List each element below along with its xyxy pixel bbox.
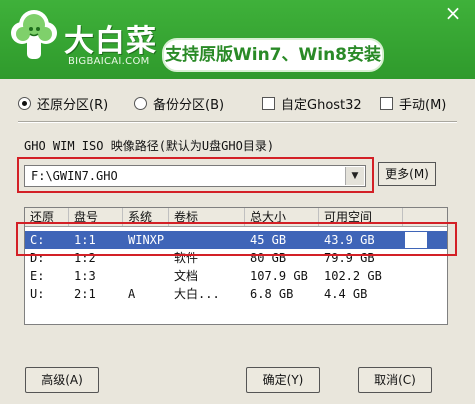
custom-ghost-option[interactable]: 自定Ghost32 bbox=[262, 94, 362, 113]
cell-system bbox=[123, 267, 128, 285]
brand-url: BIGBAICAI.COM bbox=[68, 56, 150, 67]
divider bbox=[18, 121, 457, 123]
cell-system: A bbox=[128, 287, 136, 301]
cell-volume: 文档 bbox=[174, 269, 199, 283]
table-row[interactable]: E: 1:3 文档 107.9 GB 102.2 GB bbox=[25, 267, 447, 285]
app-header: 大白菜 BIGBAICAI.COM 支持原版Win7、Win8安装 × bbox=[0, 0, 475, 79]
cell-free: 4.4 GB bbox=[324, 287, 368, 301]
more-button[interactable]: 更多(M) bbox=[378, 162, 436, 186]
cell-drive: U: bbox=[30, 287, 45, 301]
cell-disk: 1:3 bbox=[74, 269, 96, 283]
image-path-label: GHO WIM ISO 映像路径(默认为U盘GHO目录) bbox=[24, 139, 275, 153]
mode-options: 还原分区(R) 备份分区(B) 自定Ghost32 手动(M) bbox=[18, 94, 465, 114]
backup-partition-option[interactable]: 备份分区(B) bbox=[134, 94, 224, 113]
cell-volume: 大白... bbox=[174, 287, 220, 301]
brand-title: 大白菜 bbox=[64, 24, 157, 59]
checkbox-icon bbox=[380, 97, 393, 110]
custom-ghost-label: 自定Ghost32 bbox=[281, 98, 362, 113]
manual-option[interactable]: 手动(M) bbox=[380, 94, 446, 113]
manual-label: 手动(M) bbox=[399, 98, 447, 113]
radio-icon bbox=[134, 97, 147, 110]
table-row[interactable]: U: 2:1 A 大白... 6.8 GB 4.4 GB bbox=[25, 285, 447, 303]
cabbage-logo-icon bbox=[11, 10, 57, 59]
advanced-button[interactable]: 高级(A) bbox=[25, 367, 99, 393]
cancel-button[interactable]: 取消(C) bbox=[358, 367, 432, 393]
radio-selected-icon bbox=[18, 97, 31, 110]
cell-total: 107.9 GB bbox=[250, 269, 308, 283]
highlight-box-row bbox=[16, 222, 457, 256]
cell-free: 102.2 GB bbox=[324, 269, 382, 283]
restore-partition-option[interactable]: 还原分区(R) bbox=[18, 94, 108, 113]
cell-total: 6.8 GB bbox=[250, 287, 294, 301]
highlight-box-path bbox=[17, 157, 374, 193]
cell-disk: 2:1 bbox=[74, 287, 96, 301]
checkbox-icon bbox=[262, 97, 275, 110]
restore-partition-label: 还原分区(R) bbox=[37, 98, 109, 113]
tagline-banner: 支持原版Win7、Win8安装 bbox=[162, 38, 384, 72]
close-icon[interactable]: × bbox=[444, 3, 462, 23]
backup-partition-label: 备份分区(B) bbox=[153, 98, 225, 113]
ok-button[interactable]: 确定(Y) bbox=[246, 367, 320, 393]
cell-drive: E: bbox=[30, 269, 45, 283]
